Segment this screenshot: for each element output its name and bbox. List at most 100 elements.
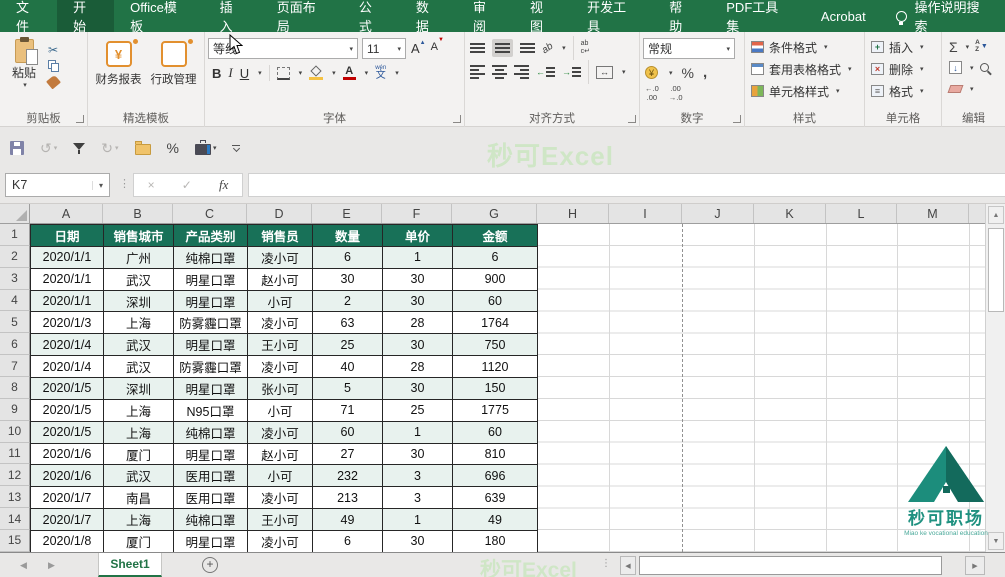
cell[interactable]: 2020/1/7 — [31, 487, 104, 509]
column-header-K[interactable]: K — [754, 204, 826, 223]
cell[interactable]: 医用口罩 — [174, 465, 248, 487]
cell[interactable]: 武汉 — [104, 268, 174, 290]
tell-me-search[interactable]: 操作说明搜索 — [882, 0, 1005, 32]
horizontal-scrollbar[interactable]: ◀ ▶ — [620, 556, 985, 575]
scroll-right-button[interactable]: ▶ — [965, 556, 985, 575]
cell[interactable]: 2020/1/4 — [31, 356, 104, 378]
column-header-J[interactable]: J — [682, 204, 754, 223]
cell[interactable]: 1120 — [453, 356, 538, 378]
italic-button[interactable]: I — [228, 65, 232, 81]
column-header-H[interactable]: H — [537, 204, 609, 223]
ribbon-tab-11[interactable]: PDF工具集 — [710, 0, 805, 32]
header-cell[interactable]: 销售员 — [248, 225, 313, 247]
cell[interactable]: 49 — [313, 509, 383, 531]
font-color-icon[interactable]: A — [343, 66, 356, 80]
underline-button[interactable]: U — [240, 66, 249, 81]
enter-icon[interactable]: ✓ — [182, 178, 192, 192]
ribbon-tab-2[interactable]: Office模板 — [114, 0, 204, 32]
conditional-formatting-button[interactable]: 条件格式 ▾ — [748, 36, 861, 58]
scroll-up-button[interactable]: ▲ — [988, 206, 1004, 224]
vertical-scrollbar-thumb[interactable] — [988, 228, 1004, 312]
row-header-5[interactable]: 5 — [0, 311, 30, 333]
dialog-launcher-icon[interactable] — [628, 115, 636, 123]
increase-decimal-icon[interactable]: ←.0 .00 — [645, 85, 659, 102]
cell[interactable]: 6 — [453, 246, 538, 268]
cell[interactable]: 张小可 — [248, 378, 313, 400]
save-button[interactable] — [10, 141, 24, 155]
autosum-icon[interactable]: Σ — [949, 39, 958, 55]
cell[interactable]: 6 — [313, 531, 383, 553]
align-middle-icon[interactable] — [492, 39, 513, 57]
find-icon[interactable] — [980, 63, 989, 72]
grow-font-button[interactable]: A▲ — [411, 41, 426, 56]
ribbon-tab-12[interactable]: Acrobat — [805, 0, 882, 32]
row-header-9[interactable]: 9 — [0, 399, 30, 421]
cell[interactable]: 2020/1/5 — [31, 421, 104, 443]
ribbon-tab-9[interactable]: 开发工具 — [571, 0, 653, 32]
cell[interactable]: 武汉 — [104, 465, 174, 487]
column-header-B[interactable]: B — [103, 204, 173, 223]
cell[interactable]: 750 — [453, 334, 538, 356]
cell[interactable]: 30 — [383, 290, 453, 312]
cell[interactable]: 王小可 — [248, 334, 313, 356]
scroll-down-button[interactable]: ▼ — [988, 532, 1004, 550]
font-name-select[interactable]: 等线 ▾ — [208, 38, 358, 59]
header-cell[interactable]: 金额 — [453, 225, 538, 247]
row-header-14[interactable]: 14 — [0, 508, 30, 530]
cell[interactable]: 明星口罩 — [174, 378, 248, 400]
cell-styles-button[interactable]: 单元格样式 ▾ — [748, 80, 861, 102]
column-header-M[interactable]: M — [897, 204, 969, 223]
cell[interactable]: 1775 — [453, 399, 538, 421]
cell[interactable]: 2020/1/4 — [31, 334, 104, 356]
sheet-nav-right-icon[interactable]: ▶ — [48, 560, 55, 571]
ribbon-tab-6[interactable]: 数据 — [400, 0, 457, 32]
vertical-scrollbar[interactable]: ▲ ▼ — [985, 204, 1005, 552]
orientation-icon[interactable]: ab — [540, 40, 555, 55]
row-header-6[interactable]: 6 — [0, 333, 30, 355]
column-header-G[interactable]: G — [452, 204, 537, 223]
cell[interactable]: 2020/1/1 — [31, 290, 104, 312]
dialog-launcher-icon[interactable] — [733, 115, 741, 123]
borders-icon[interactable] — [277, 67, 290, 80]
wrap-text-icon[interactable]: ab c↵ — [581, 40, 590, 55]
cut-icon[interactable]: ✂ — [48, 45, 59, 55]
cell[interactable]: 5 — [313, 378, 383, 400]
cell[interactable]: 赵小可 — [248, 443, 313, 465]
cell[interactable]: 凌小可 — [248, 356, 313, 378]
dialog-launcher-icon[interactable] — [453, 115, 461, 123]
cell[interactable]: 30 — [383, 334, 453, 356]
cell[interactable]: 30 — [383, 443, 453, 465]
cell[interactable]: 凌小可 — [248, 246, 313, 268]
ribbon-tab-10[interactable]: 帮助 — [653, 0, 710, 32]
merge-center-icon[interactable]: ↔ — [596, 66, 613, 79]
cell[interactable]: 2020/1/1 — [31, 246, 104, 268]
cell[interactable]: 凌小可 — [248, 312, 313, 334]
cell[interactable]: 明星口罩 — [174, 334, 248, 356]
format-painter-icon[interactable] — [46, 74, 61, 89]
cell[interactable]: 深圳 — [104, 290, 174, 312]
accounting-format-icon[interactable]: ¥ — [645, 66, 658, 79]
cell[interactable]: 28 — [383, 312, 453, 334]
comma-style-button[interactable]: , — [703, 64, 707, 81]
column-header-C[interactable]: C — [173, 204, 247, 223]
cell[interactable]: 纯棉口罩 — [174, 246, 248, 268]
select-all-button[interactable] — [0, 204, 30, 223]
cell[interactable]: 医用口罩 — [174, 487, 248, 509]
cell[interactable]: 上海 — [104, 421, 174, 443]
column-header-I[interactable]: I — [609, 204, 682, 223]
insert-function-icon[interactable]: fx — [219, 177, 228, 193]
row-header-4[interactable]: 4 — [0, 290, 30, 312]
cell[interactable]: 上海 — [104, 399, 174, 421]
cell[interactable]: N95口罩 — [174, 399, 248, 421]
number-format-select[interactable]: 常规 ▾ — [643, 38, 735, 59]
fill-color-icon[interactable] — [309, 67, 323, 80]
cell[interactable]: 凌小可 — [248, 421, 313, 443]
row-header-3[interactable]: 3 — [0, 268, 30, 290]
cell[interactable]: 防雾霾口罩 — [174, 356, 248, 378]
row-header-10[interactable]: 10 — [0, 421, 30, 443]
header-cell[interactable]: 销售城市 — [104, 225, 174, 247]
ribbon-tab-4[interactable]: 页面布局 — [261, 0, 343, 32]
align-right-icon[interactable] — [514, 62, 529, 82]
decrease-indent-icon[interactable]: ← — [536, 64, 555, 80]
ribbon-tab-3[interactable]: 插入 — [204, 0, 261, 32]
